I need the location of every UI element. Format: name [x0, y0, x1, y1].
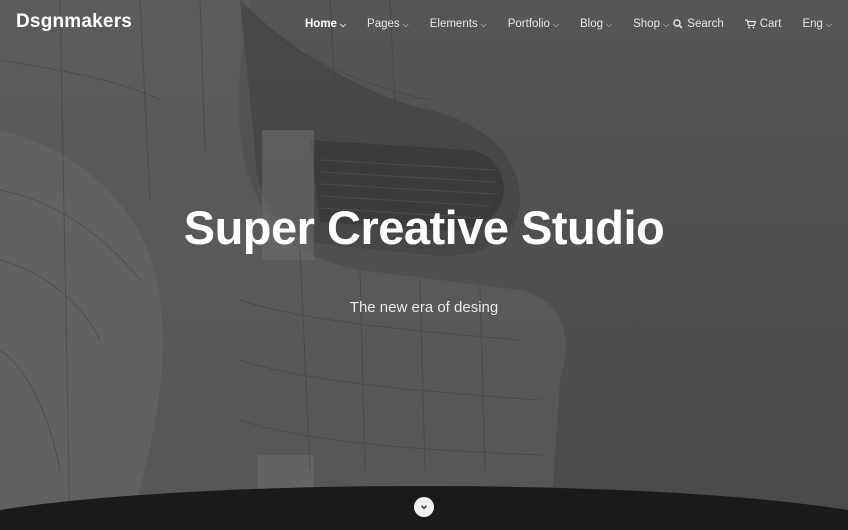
language-selector[interactable]: Eng ⌵: [802, 18, 832, 30]
search-icon: [673, 19, 683, 29]
search-label: Search: [687, 18, 724, 30]
chevron-down-icon: ⌵: [402, 20, 409, 29]
scroll-down-button[interactable]: [414, 497, 434, 517]
language-label: Eng: [802, 18, 823, 30]
hero-subtitle: The new era of desing: [349, 299, 499, 316]
chevron-down-icon: ⌵: [480, 20, 487, 29]
nav-item-blog[interactable]: Blog ⌵: [580, 18, 612, 30]
site-header: Dsgnmakers Home ⌵ Pages ⌵ Elements ⌵ Por…: [0, 0, 848, 52]
nav-item-label: Blog: [580, 18, 604, 30]
chevron-down-icon: ⌵: [339, 20, 347, 29]
chevron-down-icon: ⌵: [552, 20, 559, 29]
nav-item-label: Home: [305, 18, 337, 30]
nav-item-label: Portfolio: [507, 18, 550, 30]
nav-item-home[interactable]: Home ⌵: [305, 18, 346, 30]
nav-item-label: Pages: [367, 18, 400, 30]
hero-background-image: [0, 0, 848, 530]
nav-item-label: Elements: [429, 18, 478, 30]
chevron-down-icon: ⌵: [825, 20, 832, 29]
main-nav: Home ⌵ Pages ⌵ Elements ⌵ Portfolio ⌵ Bl…: [305, 18, 690, 30]
hero-title: Super Creative Studio: [183, 201, 665, 254]
hero-section: Dsgnmakers Home ⌵ Pages ⌵ Elements ⌵ Por…: [0, 0, 848, 530]
nav-item-elements[interactable]: Elements ⌵: [430, 18, 487, 30]
chevron-down-icon: ⌵: [606, 20, 613, 29]
cart-icon: [744, 19, 756, 29]
search-button[interactable]: Search: [673, 18, 724, 30]
chevron-down-icon: [421, 505, 427, 510]
cart-button[interactable]: Cart: [744, 18, 782, 30]
cart-label: Cart: [759, 18, 782, 30]
nav-item-portfolio[interactable]: Portfolio ⌵: [508, 18, 559, 30]
header-tools: Search Cart Eng ⌵: [652, 18, 832, 30]
nav-item-pages[interactable]: Pages ⌵: [367, 18, 409, 30]
brand-logo[interactable]: Dsgnmakers: [16, 11, 132, 33]
